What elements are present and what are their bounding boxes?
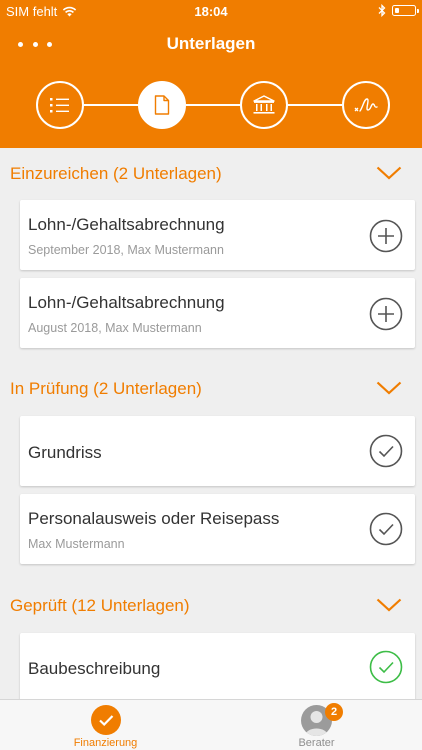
battery-icon: [392, 5, 419, 16]
header: SIM fehlt 18:04 Unterlagen: [0, 0, 422, 148]
step-bank[interactable]: [240, 81, 288, 129]
tab-bar: Finanzierung 2 Berater: [0, 699, 422, 750]
document-title: Baubeschreibung: [28, 659, 161, 678]
tab-label: Finanzierung: [73, 737, 138, 749]
status-bar: SIM fehlt 18:04: [0, 0, 422, 22]
tab-label: Berater: [298, 737, 335, 749]
check-circle-icon: [91, 705, 121, 735]
signature-icon: [354, 98, 378, 112]
step-documents[interactable]: [138, 81, 186, 129]
list-item[interactable]: Grundriss: [20, 416, 415, 486]
section-header-submit[interactable]: Einzureichen (2 Unterlagen): [0, 148, 422, 198]
step-overview[interactable]: [36, 81, 84, 129]
section-header-in-review[interactable]: In Prüfung (2 Unterlagen): [0, 363, 422, 413]
tab-berater[interactable]: 2 Berater: [211, 700, 422, 750]
tab-finanzierung[interactable]: Finanzierung: [0, 700, 211, 750]
list-item[interactable]: Baubeschreibung: [20, 633, 415, 699]
document-icon: [154, 95, 170, 115]
stepper-line: [186, 104, 240, 106]
document-title: Lohn-/Gehaltsabrechnung: [28, 293, 225, 312]
section-header-checked[interactable]: Geprüft (12 Unterlagen): [0, 580, 422, 630]
section-title: Geprüft (12 Unterlagen): [10, 596, 190, 615]
list-item[interactable]: Personalausweis oder Reisepass Max Muste…: [20, 494, 415, 564]
step-signature[interactable]: [342, 81, 390, 129]
chevron-down-icon: [376, 598, 402, 612]
add-icon[interactable]: [369, 297, 403, 331]
bank-icon: [253, 95, 275, 114]
check-icon[interactable]: [369, 512, 403, 546]
list-icon: [50, 98, 69, 113]
check-icon[interactable]: [369, 434, 403, 468]
document-subtitle: August 2018, Max Mustermann: [28, 321, 202, 335]
nav-bar: Unterlagen: [0, 22, 422, 66]
chevron-down-icon: [376, 381, 402, 395]
list-item[interactable]: Lohn-/Gehaltsabrechnung September 2018, …: [20, 200, 415, 270]
page-title: Unterlagen: [166, 34, 256, 53]
stepper-line: [84, 104, 138, 106]
stepper-line: [288, 104, 342, 106]
notification-badge: 2: [325, 703, 343, 721]
document-list: Einzureichen (2 Unterlagen) Lohn-/Gehalt…: [0, 148, 422, 699]
document-title: Grundriss: [28, 443, 102, 462]
bluetooth-icon: [378, 4, 386, 17]
status-right: [378, 4, 419, 17]
list-item[interactable]: Lohn-/Gehaltsabrechnung August 2018, Max…: [20, 278, 415, 348]
document-title: Personalausweis oder Reisepass: [28, 509, 280, 528]
progress-stepper: [0, 81, 422, 129]
status-time: 18:04: [194, 4, 228, 19]
document-subtitle: September 2018, Max Mustermann: [28, 243, 224, 257]
battery-fill: [394, 7, 399, 13]
chevron-down-icon: [376, 166, 402, 180]
document-title: Lohn-/Gehaltsabrechnung: [28, 215, 225, 234]
section-title: In Prüfung (2 Unterlagen): [10, 379, 202, 398]
document-subtitle: Max Mustermann: [28, 537, 125, 551]
check-green-icon[interactable]: [369, 650, 403, 684]
add-icon[interactable]: [369, 219, 403, 253]
section-title: Einzureichen (2 Unterlagen): [10, 164, 222, 183]
